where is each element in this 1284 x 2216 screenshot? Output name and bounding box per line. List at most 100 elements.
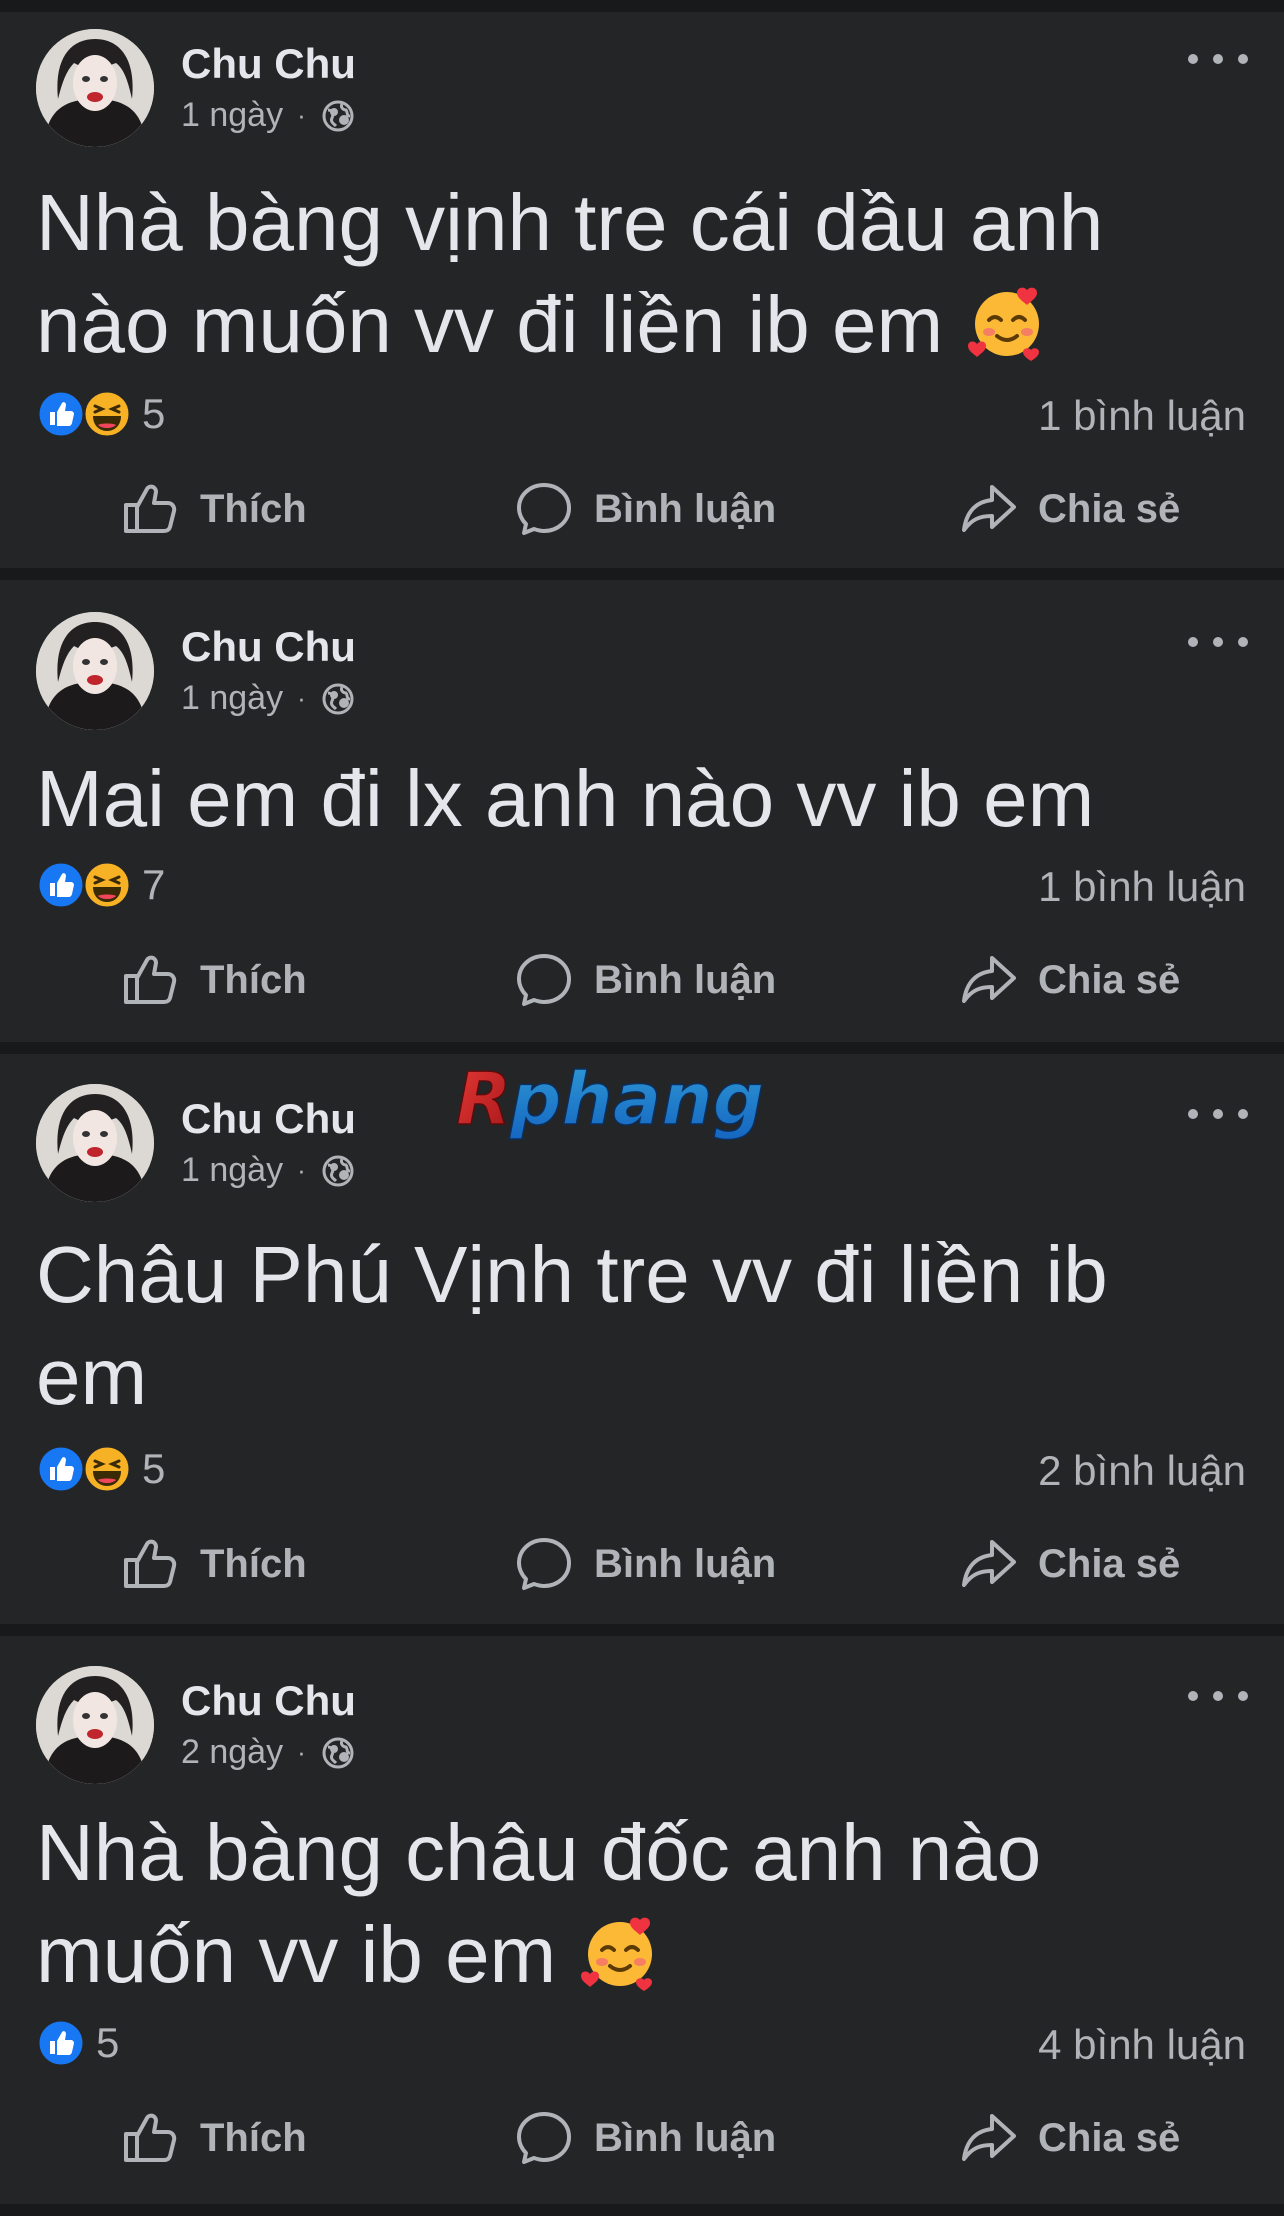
reaction-count: 5 [142, 390, 166, 437]
post-card: Chu Chu 1 ngày · Mai em đi lx anh nào vv… [0, 580, 1284, 1042]
post-time[interactable]: 1 ngày [181, 1151, 283, 1190]
post-card: Chu Chu 1 ngày · Nhà bàng vịnh tre cái d… [0, 12, 1284, 568]
like-button[interactable]: Thích [120, 940, 307, 1020]
share-button[interactable]: Chia sẻ [958, 1524, 1180, 1604]
avatar[interactable] [36, 1666, 154, 1784]
share-label: Chia sẻ [1038, 2115, 1181, 2160]
like-reaction-icon [36, 860, 86, 910]
comment-label: Bình luận [594, 486, 777, 531]
more-options-button[interactable] [1188, 1681, 1248, 1711]
like-reaction-icon [36, 1444, 86, 1494]
comment-label: Bình luận [594, 2115, 777, 2160]
haha-reaction-icon [82, 1444, 132, 1494]
comment-count[interactable]: 1 bình luận [1038, 863, 1246, 911]
dot-icon [1213, 1109, 1223, 1119]
reaction-summary[interactable]: 5 [36, 2018, 119, 2068]
comment-button[interactable]: Bình luận [514, 1524, 776, 1604]
reaction-count: 7 [142, 861, 166, 908]
like-button[interactable]: Thích [120, 469, 307, 549]
post-text: Nhà bàng vịnh tre cái dầu anh nào muốn v… [36, 172, 1174, 376]
watermark-logo: R phang [455, 1058, 765, 1142]
reaction-count: 5 [96, 2019, 120, 2066]
dot-icon [1213, 1691, 1223, 1701]
share-arrow-icon [958, 2108, 1018, 2168]
share-label: Chia sẻ [1038, 957, 1181, 1002]
post-meta: 2 ngày · [181, 1733, 356, 1772]
post-meta: 1 ngày · [181, 679, 356, 718]
comment-bubble-icon [514, 1534, 574, 1594]
post-text: Nhà bàng châu đốc anh nào muốn vv ib em [36, 1802, 1174, 2006]
post-meta: 1 ngày · [181, 1151, 356, 1190]
haha-reaction-icon [82, 860, 132, 910]
like-label: Thích [200, 2115, 307, 2160]
dot-icon [1188, 1691, 1198, 1701]
post-author[interactable]: Chu Chu [181, 1677, 356, 1725]
dot-icon [1188, 637, 1198, 647]
meta-separator: · [297, 1737, 306, 1767]
globe-icon [320, 98, 356, 134]
dot-icon [1238, 54, 1248, 64]
avatar[interactable] [36, 1084, 154, 1202]
smiling-face-with-hearts-icon [965, 280, 1049, 364]
action-bar: Thích Bình luận Chia sẻ [0, 1524, 1284, 1604]
post-author[interactable]: Chu Chu [181, 623, 356, 671]
action-bar: Thích Bình luận Chia sẻ [0, 469, 1284, 549]
comment-bubble-icon [514, 479, 574, 539]
globe-icon [320, 1153, 356, 1189]
post-author[interactable]: Chu Chu [181, 40, 356, 88]
action-bar: Thích Bình luận Chia sẻ [0, 940, 1284, 1020]
dot-icon [1213, 637, 1223, 647]
reaction-summary[interactable]: 5 [36, 1444, 165, 1494]
post-time[interactable]: 1 ngày [181, 679, 283, 718]
share-button[interactable]: Chia sẻ [958, 469, 1180, 549]
like-button[interactable]: Thích [120, 2098, 307, 2178]
more-options-button[interactable] [1188, 627, 1248, 657]
like-label: Thích [200, 486, 307, 531]
like-button[interactable]: Thích [120, 1524, 307, 1604]
comment-label: Bình luận [594, 957, 777, 1002]
post-card: Chu Chu 2 ngày · Nhà bàng châu đốc anh n… [0, 1636, 1284, 2204]
post-meta: 1 ngày · [181, 96, 356, 135]
reaction-summary[interactable]: 7 [36, 860, 165, 910]
watermark-initial: R [456, 1058, 511, 1141]
more-options-button[interactable] [1188, 44, 1248, 74]
share-button[interactable]: Chia sẻ [958, 940, 1180, 1020]
share-arrow-icon [958, 1534, 1018, 1594]
comment-count[interactable]: 2 bình luận [1038, 1447, 1246, 1495]
post-author[interactable]: Chu Chu [181, 1095, 356, 1143]
post-text-content: Mai em đi lx anh nào vv ib em [36, 754, 1095, 843]
like-label: Thích [200, 957, 307, 1002]
share-arrow-icon [958, 479, 1018, 539]
globe-icon [320, 681, 356, 717]
avatar[interactable] [36, 612, 154, 730]
comment-button[interactable]: Bình luận [514, 469, 776, 549]
comment-bubble-icon [514, 950, 574, 1010]
post-text-content: Nhà bàng châu đốc anh nào muốn vv ib em [36, 1808, 1042, 1999]
more-options-button[interactable] [1188, 1099, 1248, 1129]
post-text: Châu Phú Vịnh tre vv đi liền ib em [36, 1224, 1174, 1428]
action-bar: Thích Bình luận Chia sẻ [0, 2098, 1284, 2178]
reaction-summary[interactable]: 5 [36, 389, 165, 439]
comment-button[interactable]: Bình luận [514, 2098, 776, 2178]
thumbs-up-icon [120, 1534, 180, 1594]
comment-button[interactable]: Bình luận [514, 940, 776, 1020]
post-text-content: Nhà bàng vịnh tre cái dầu anh nào muốn v… [36, 178, 1104, 369]
comment-count[interactable]: 1 bình luận [1038, 392, 1246, 440]
comment-count[interactable]: 4 bình luận [1038, 2021, 1246, 2069]
thumbs-up-icon [120, 479, 180, 539]
like-reaction-icon [36, 2018, 86, 2068]
share-button[interactable]: Chia sẻ [958, 2098, 1180, 2178]
dot-icon [1238, 637, 1248, 647]
avatar[interactable] [36, 29, 154, 147]
thumbs-up-icon [120, 2108, 180, 2168]
like-label: Thích [200, 1541, 307, 1586]
meta-separator: · [297, 1155, 306, 1185]
like-reaction-icon [36, 389, 86, 439]
globe-icon [320, 1735, 356, 1771]
dot-icon [1213, 54, 1223, 64]
comment-bubble-icon [514, 2108, 574, 2168]
post-time[interactable]: 1 ngày [181, 96, 283, 135]
smiling-face-with-hearts-icon [578, 1910, 662, 1994]
post-time[interactable]: 2 ngày [181, 1733, 283, 1772]
dot-icon [1238, 1691, 1248, 1701]
